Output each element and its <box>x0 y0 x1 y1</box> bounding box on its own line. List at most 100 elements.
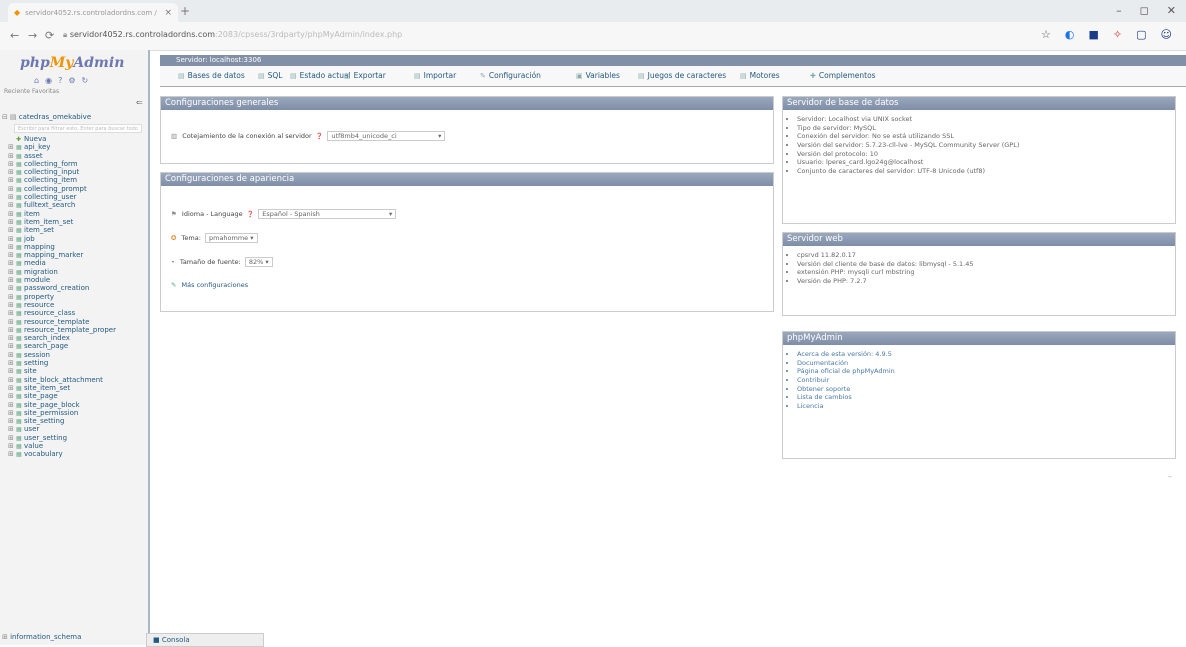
expand-icon[interactable]: ⊞ <box>8 276 16 284</box>
table-item[interactable]: ⊞ ▦ vocabulary <box>2 450 148 458</box>
expand-icon[interactable]: ⊞ <box>8 226 16 234</box>
menu-tab-5[interactable]: ✎ Configuración <box>480 71 541 80</box>
expand-icon[interactable]: ⊞ <box>8 201 16 209</box>
pma-link[interactable]: Acerca de esta versión: 4.9.5 <box>797 350 895 359</box>
font-size-select[interactable]: 82% ▾ <box>244 257 273 267</box>
table-item[interactable]: ⊞ ▦ job <box>2 235 148 243</box>
docs-icon[interactable]: ? <box>58 76 62 85</box>
pma-link[interactable]: Documentación <box>797 359 895 368</box>
table-item[interactable]: ⊞ ▦ value <box>2 442 148 450</box>
theme-select[interactable]: pmahomme ▾ <box>204 233 258 243</box>
table-item[interactable]: ⊞ ▦ site_block_attachment <box>2 376 148 384</box>
expand-icon[interactable]: ⊞ <box>8 160 16 168</box>
expand-icon[interactable]: ⊞ <box>8 351 16 359</box>
expand-icon[interactable]: ⊞ <box>8 417 16 425</box>
expand-icon[interactable]: ⊞ <box>8 367 16 375</box>
table-item[interactable]: ⊞ ▦ migration <box>2 268 148 276</box>
collapse-icon[interactable]: ⊟ <box>2 113 8 121</box>
table-item[interactable]: ⊞ ▦ setting <box>2 359 148 367</box>
table-item[interactable]: ⊞ ▦ resource_class <box>2 309 148 317</box>
close-tab-icon[interactable]: × <box>164 8 172 18</box>
expand-icon[interactable]: ⊞ <box>8 259 16 267</box>
menu-tab-1[interactable]: ▤ SQL <box>258 71 282 80</box>
settings-icon[interactable]: ⚙ <box>68 76 75 85</box>
help-icon[interactable]: ❓ <box>247 211 254 218</box>
expand-icon[interactable]: ⊞ <box>8 326 16 334</box>
expand-icon[interactable]: ⊞ <box>8 218 16 226</box>
expand-icon[interactable]: ⊞ <box>8 243 16 251</box>
table-item[interactable]: ⊞ ▦ api_key <box>2 143 148 151</box>
expand-icon[interactable]: ⊞ <box>8 143 16 151</box>
expand-icon[interactable]: ⊞ <box>8 442 16 450</box>
sql-icon[interactable]: ◉ <box>45 76 52 85</box>
expand-icon[interactable]: ⊞ <box>8 268 16 276</box>
table-item[interactable]: ⊞ ▦ collecting_item <box>2 176 148 184</box>
reload-nav-icon[interactable]: ↻ <box>81 76 88 85</box>
home-icon[interactable]: ⌂ <box>34 76 39 85</box>
menu-tab-4[interactable]: ▤ Importar <box>414 71 456 80</box>
table-item[interactable]: ⊞ ▦ resource <box>2 301 148 309</box>
expand-icon[interactable]: ⊞ <box>8 235 16 243</box>
puzzle-icon[interactable]: ✧ <box>1113 28 1122 41</box>
table-item[interactable]: ⊞ ▦ site_setting <box>2 417 148 425</box>
expand-icon[interactable]: ⊞ <box>8 284 16 292</box>
table-item[interactable]: ⊞ ▦ search_page <box>2 342 148 350</box>
expand-icon[interactable]: ⊞ <box>8 384 16 392</box>
table-item[interactable]: ⊞ ▦ fulltext_search <box>2 201 148 209</box>
expand-icon[interactable]: ⊞ <box>8 251 16 259</box>
menu-tab-2[interactable]: ▤ Estado actual <box>290 71 351 80</box>
reload-icon[interactable]: ⟳ <box>45 29 54 42</box>
menu-tab-6[interactable]: ▣ Variables <box>576 71 620 80</box>
table-item[interactable]: ⊞ ▦ item_item_set <box>2 218 148 226</box>
extension-icon[interactable]: ■ <box>1089 28 1099 41</box>
pma-link[interactable]: Contribuir <box>797 376 895 385</box>
server-breadcrumb-label[interactable]: Servidor: localhost:3306 <box>176 56 261 64</box>
expand-icon[interactable]: ⊞ <box>8 434 16 442</box>
menu-tab-9[interactable]: ✚ Complementos <box>810 71 876 80</box>
expand-icon[interactable]: ⊞ <box>8 376 16 384</box>
menu-tab-3[interactable]: ▤ Exportar <box>344 71 386 80</box>
table-item[interactable]: ⊞ ▦ collecting_prompt <box>2 185 148 193</box>
expand-icon[interactable]: ⊞ <box>8 392 16 400</box>
profile-icon[interactable]: ☺ <box>1161 28 1172 41</box>
table-item[interactable]: ⊞ ▦ site_permission <box>2 409 148 417</box>
table-item[interactable]: ⊞ ▦ media <box>2 259 148 267</box>
database-item[interactable]: ⊟ ▤ catedras_omekabive <box>2 113 148 122</box>
expand-icon[interactable]: ⊞ <box>8 342 16 350</box>
minimize-button[interactable]: – <box>1116 4 1122 17</box>
browser-tab[interactable]: ◆ servidor4052.rs.controladordns.com / .… <box>8 3 178 22</box>
pma-link[interactable]: Obtener soporte <box>797 385 895 394</box>
extension-icon[interactable]: ▢ <box>1136 28 1146 41</box>
back-icon[interactable]: ← <box>10 29 19 42</box>
table-item[interactable]: ⊞ ▦ collecting_form <box>2 160 148 168</box>
table-item[interactable]: ⊞ ▦ site_page_block <box>2 401 148 409</box>
database-item[interactable]: ⊞ information_schema <box>2 633 81 641</box>
url-field[interactable]: 🔒︎ servidor4052.rs.controladordns.com:20… <box>63 30 402 40</box>
new-table-item[interactable]: ✚ Nueva <box>2 135 148 143</box>
table-item[interactable]: ⊞ ▦ site_item_set <box>2 384 148 392</box>
expand-icon[interactable]: ⊞ <box>8 193 16 201</box>
recent-favorites-tabs[interactable]: Reciente Favoritas <box>4 88 59 95</box>
table-item[interactable]: ⊞ ▦ collecting_user <box>2 193 148 201</box>
expand-icon[interactable]: ⊞ <box>8 409 16 417</box>
expand-icon[interactable]: ⊞ <box>8 318 16 326</box>
table-item[interactable]: ⊞ ▦ item <box>2 210 148 218</box>
forward-icon[interactable]: → <box>28 29 37 42</box>
table-item[interactable]: ⊞ ▦ property <box>2 293 148 301</box>
table-item[interactable]: ⊞ ▦ mapping <box>2 243 148 251</box>
expand-icon[interactable]: ⊞ <box>8 293 16 301</box>
collation-select[interactable]: utf8mb4_unicode_ci ▾ <box>327 131 446 141</box>
collapse-all-icon[interactable]: ⇐ <box>136 98 143 107</box>
pma-link[interactable]: Lista de cambios <box>797 393 895 402</box>
menu-tab-8[interactable]: ▤ Motores <box>740 71 780 80</box>
table-item[interactable]: ⊞ ▦ password_creation <box>2 284 148 292</box>
maximize-button[interactable]: ◻ <box>1140 4 1149 17</box>
expand-icon[interactable]: ⊞ <box>8 425 16 433</box>
table-item[interactable]: ⊞ ▦ user_setting <box>2 434 148 442</box>
table-item[interactable]: ⊞ ▦ asset <box>2 152 148 160</box>
expand-icon[interactable]: ⊞ <box>8 210 16 218</box>
pma-link[interactable]: Página oficial de phpMyAdmin <box>797 367 895 376</box>
language-select[interactable]: Español - Spanish ▾ <box>258 209 397 219</box>
expand-icon[interactable]: ⊞ <box>8 301 16 309</box>
more-settings-link[interactable]: ✎ Más configuraciones <box>171 281 248 289</box>
